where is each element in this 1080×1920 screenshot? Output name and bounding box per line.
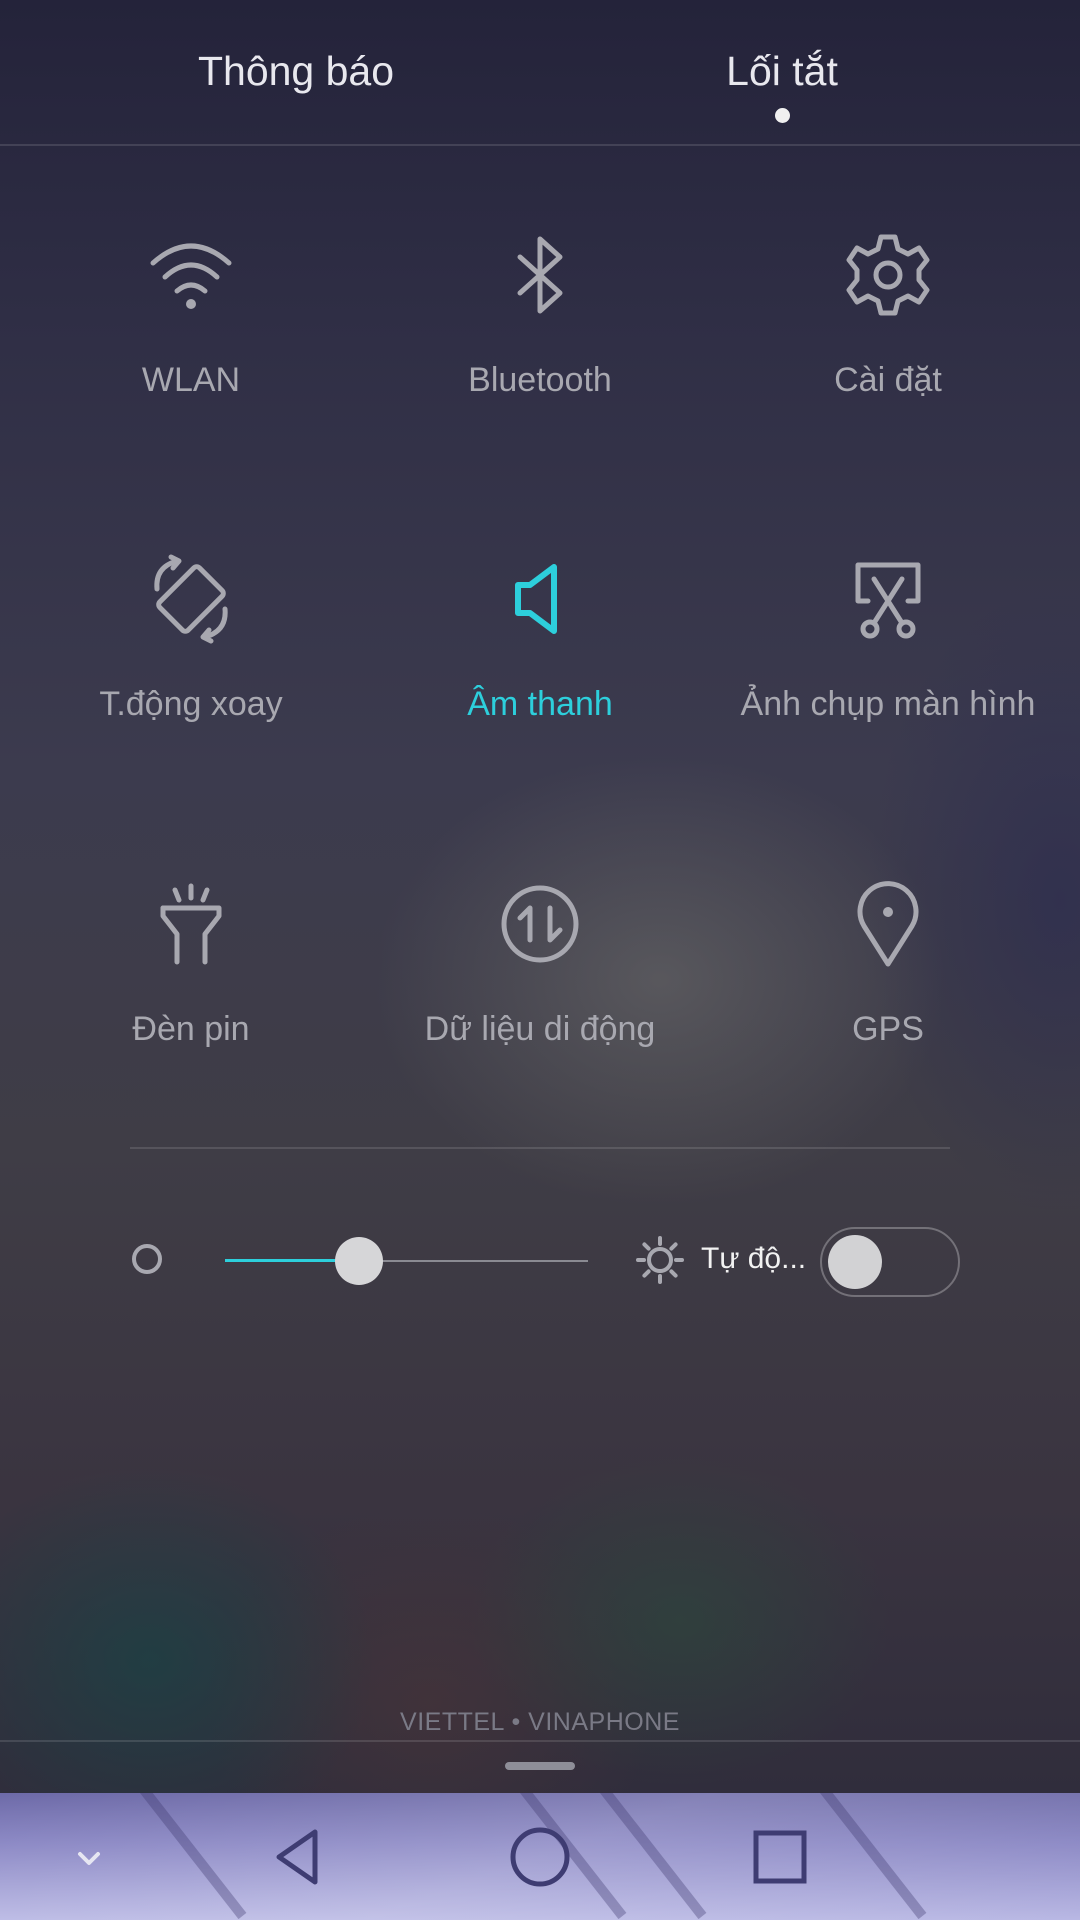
tile-label: Cài đặt [834, 361, 942, 399]
home-icon[interactable] [480, 1793, 600, 1920]
location-pin-icon [838, 874, 938, 974]
gear-icon [838, 225, 938, 325]
tile-label: Âm thanh [467, 685, 613, 723]
tile-label: Bluetooth [468, 361, 612, 399]
mobile-data-icon [490, 874, 590, 974]
tab-notifications[interactable]: Thông báo [146, 48, 446, 95]
speaker-icon [490, 549, 590, 649]
toggle-knob [828, 1235, 882, 1289]
header-divider [0, 144, 1080, 146]
carrier-label: VIETTEL • VINAPHONE [400, 1708, 680, 1736]
tile-label: Dữ liệu di động [424, 1010, 656, 1048]
auto-brightness-toggle[interactable] [820, 1227, 960, 1297]
flashlight-icon [141, 874, 241, 974]
drag-handle[interactable] [505, 1762, 575, 1770]
tile-label: WLAN [141, 361, 241, 399]
section-divider [130, 1147, 950, 1149]
tile-label: Ảnh chụp màn hình [740, 685, 1036, 723]
auto-rotate-icon [141, 549, 241, 649]
panel-header: Thông báo Lối tắt [0, 0, 1080, 144]
bluetooth-icon [490, 225, 590, 325]
brightness-slider-thumb[interactable] [335, 1237, 384, 1285]
tile-label: GPS [852, 1010, 924, 1048]
active-tab-indicator [775, 108, 790, 123]
screenshot-scissors-icon [838, 549, 938, 649]
tile-label: Đèn pin [132, 1010, 250, 1048]
brightness-low-icon [132, 1244, 162, 1274]
navigation-bar [0, 1793, 1080, 1920]
wifi-icon [141, 225, 241, 325]
sun-icon [636, 1236, 684, 1284]
wallpaper-streak [140, 1793, 247, 1920]
tab-shortcuts[interactable]: Lối tắt [632, 48, 932, 95]
auto-brightness-label: Tự độ... [701, 1242, 807, 1275]
recents-icon[interactable] [720, 1793, 840, 1920]
collapse-chevron-icon[interactable] [29, 1793, 149, 1920]
back-icon[interactable] [240, 1793, 360, 1920]
tile-label: T.động xoay [99, 685, 283, 723]
bottom-divider [0, 1740, 1080, 1742]
